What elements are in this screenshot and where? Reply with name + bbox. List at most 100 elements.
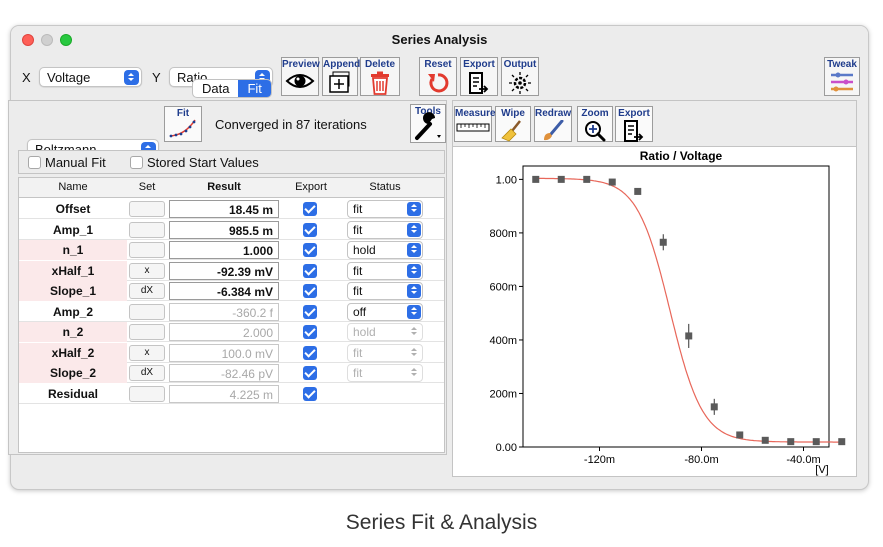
tab-data[interactable]: Data bbox=[193, 80, 238, 97]
param-name: Amp_2 bbox=[52, 304, 93, 319]
data-point bbox=[761, 436, 769, 444]
data-point bbox=[736, 431, 744, 439]
x-tick-label: -80.0m bbox=[684, 454, 718, 466]
fit-status-text: Converged in 87 iterations bbox=[215, 117, 367, 132]
tools-button[interactable]: Tools bbox=[410, 104, 446, 143]
param-set-button[interactable] bbox=[129, 303, 165, 320]
tab-fit[interactable]: Fit bbox=[238, 80, 271, 97]
param-export-checkbox[interactable] bbox=[303, 325, 317, 339]
redraw-button[interactable]: Redraw bbox=[534, 106, 572, 142]
param-export-checkbox[interactable] bbox=[303, 386, 317, 401]
x-axis-select[interactable]: Voltage bbox=[39, 67, 142, 87]
ruler-icon bbox=[456, 123, 490, 132]
table-row: Amp_1 985.5 m fit bbox=[19, 220, 444, 240]
param-status-select[interactable]: off bbox=[347, 302, 423, 321]
param-status-select[interactable]: fit bbox=[347, 261, 423, 280]
param-status-select[interactable]: fit bbox=[347, 200, 423, 218]
param-export-checkbox[interactable] bbox=[303, 304, 317, 319]
param-result[interactable]: 4.225 m bbox=[169, 384, 279, 403]
y-tick-label: 0.00 bbox=[496, 442, 517, 454]
data-point bbox=[710, 403, 718, 411]
header-result: Result bbox=[207, 181, 241, 193]
param-status-value: off bbox=[353, 304, 367, 319]
measure-label: Measure bbox=[455, 108, 496, 119]
param-status-value: fit bbox=[353, 345, 363, 360]
popup-arrows-icon bbox=[124, 70, 139, 85]
popup-arrows-icon bbox=[407, 366, 421, 380]
measure-button[interactable]: Measure bbox=[454, 106, 496, 142]
param-name: Offset bbox=[55, 202, 91, 216]
param-set-button[interactable]: dX bbox=[129, 365, 165, 381]
magnifier-plus-icon bbox=[585, 121, 606, 142]
data-point bbox=[787, 438, 795, 446]
param-set-button[interactable] bbox=[129, 221, 165, 238]
param-result[interactable]: -6.384 mV bbox=[169, 282, 279, 300]
param-set-button[interactable] bbox=[129, 201, 165, 217]
param-result[interactable]: 100.0 mV bbox=[169, 343, 279, 362]
param-status-select[interactable]: fit bbox=[347, 343, 423, 362]
trash-icon bbox=[371, 71, 389, 95]
param-result[interactable]: 18.45 m bbox=[169, 200, 279, 218]
param-result[interactable]: 2.000 bbox=[169, 323, 279, 341]
param-export-checkbox[interactable] bbox=[303, 243, 317, 257]
param-export-checkbox[interactable] bbox=[303, 202, 317, 216]
chart-area: Ratio / Voltage 0.00 200m 400m 600m 800m 1.00… bbox=[452, 146, 857, 477]
param-status-select[interactable]: hold bbox=[347, 241, 423, 259]
manual-fit-label: Manual Fit bbox=[45, 155, 106, 170]
param-name: n_2 bbox=[19, 322, 127, 342]
manual-fit-checkbox[interactable] bbox=[28, 156, 41, 169]
param-set-button[interactable] bbox=[129, 242, 165, 258]
param-set-button[interactable]: x bbox=[129, 344, 165, 361]
x-axis-label: X bbox=[22, 70, 31, 85]
export-button[interactable]: Export bbox=[460, 57, 498, 96]
fit-options-row: Manual Fit Stored Start Values bbox=[18, 150, 445, 174]
data-point bbox=[608, 178, 616, 186]
param-set-button[interactable] bbox=[129, 385, 165, 402]
param-result[interactable]: 985.5 m bbox=[169, 220, 279, 239]
table-row: xHalf_2 x 100.0 mV fit bbox=[19, 342, 444, 363]
param-result[interactable]: 1.000 bbox=[169, 241, 279, 259]
param-result[interactable]: -360.2 f bbox=[169, 302, 279, 321]
param-export-checkbox[interactable] bbox=[303, 345, 317, 360]
param-set-button[interactable]: dX bbox=[129, 283, 165, 299]
param-set-button[interactable] bbox=[129, 324, 165, 340]
table-header: Name Set Result Export Status bbox=[19, 178, 444, 198]
param-status-select[interactable]: hold bbox=[347, 323, 423, 341]
fit-button[interactable]: Fit bbox=[164, 106, 202, 142]
header-name: Name bbox=[58, 181, 88, 193]
param-status-select[interactable]: fit bbox=[347, 282, 423, 300]
header-export: Export bbox=[295, 181, 327, 193]
param-export-checkbox[interactable] bbox=[303, 366, 317, 380]
y-tick-label: 600m bbox=[489, 281, 517, 293]
param-export-checkbox[interactable] bbox=[303, 263, 317, 278]
wipe-button[interactable]: Wipe bbox=[495, 106, 531, 142]
param-status-value: hold bbox=[353, 243, 376, 257]
reset-button[interactable]: Reset bbox=[419, 57, 457, 96]
tweak-button[interactable]: Tweak bbox=[824, 57, 860, 96]
preview-button[interactable]: Preview bbox=[281, 57, 320, 96]
append-button[interactable]: Append bbox=[322, 57, 360, 96]
graph-export-button[interactable]: Export bbox=[615, 106, 653, 142]
table-row: Offset 18.45 m fit bbox=[19, 199, 444, 219]
ratio-voltage-chart: Ratio / Voltage 0.00 200m 400m 600m 800m 1.00… bbox=[489, 149, 846, 476]
output-button[interactable]: Output bbox=[501, 57, 539, 96]
output-gear-icon bbox=[509, 72, 531, 94]
table-row: n_1 1.000 hold bbox=[19, 240, 444, 260]
data-point bbox=[557, 175, 565, 183]
param-status-value: fit bbox=[353, 366, 363, 380]
export-label: Export bbox=[463, 59, 495, 70]
zoom-button[interactable]: Zoom bbox=[577, 106, 613, 142]
param-set-button[interactable]: x bbox=[129, 262, 165, 279]
param-status-select[interactable]: fit bbox=[347, 220, 423, 239]
param-result[interactable]: -92.39 mV bbox=[169, 261, 279, 280]
param-result[interactable]: -82.46 pV bbox=[169, 364, 279, 382]
delete-button[interactable]: Delete bbox=[360, 57, 400, 96]
param-status-select[interactable]: fit bbox=[347, 364, 423, 382]
param-export-checkbox[interactable] bbox=[303, 284, 317, 298]
param-name: Slope_2 bbox=[19, 363, 127, 383]
param-name: Residual bbox=[47, 386, 98, 401]
stored-start-values-checkbox[interactable] bbox=[130, 156, 143, 169]
param-export-checkbox[interactable] bbox=[303, 222, 317, 237]
x-axis-value: Voltage bbox=[47, 70, 91, 85]
figure-caption: Series Fit & Analysis bbox=[345, 511, 538, 534]
